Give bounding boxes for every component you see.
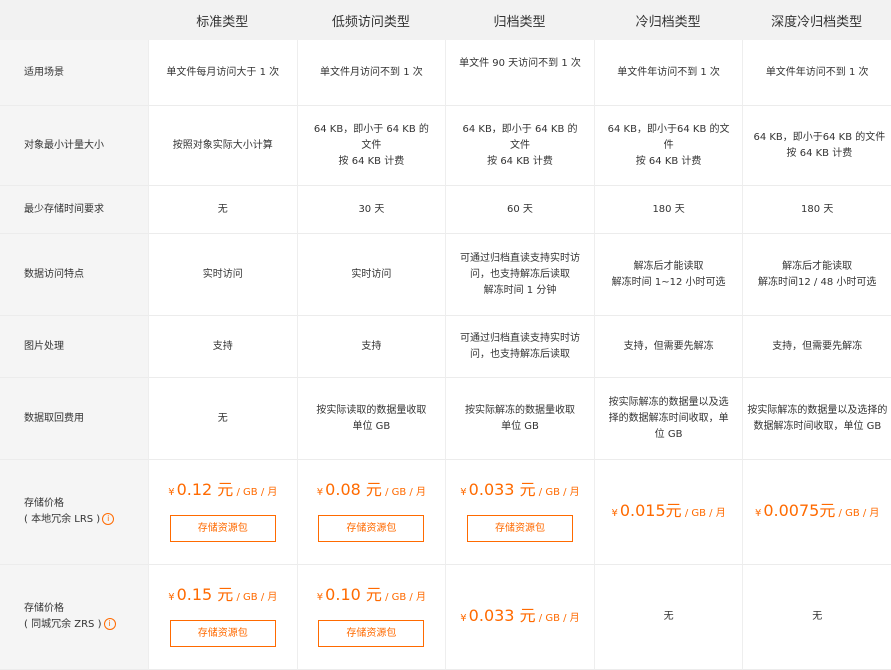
storage-class-comparison-table: 标准类型 低频访问类型 归档类型 冷归档类型 深度冷归档类型 适用场景 单文件每…	[0, 0, 891, 670]
table-cell: 实时访问	[148, 234, 297, 316]
table-cell: 按实际读取的数据量收取 单位 GB	[296, 378, 446, 460]
price-archive-zrs: ¥0.033 元 / GB / 月	[460, 605, 580, 625]
storage-package-button[interactable]: 存储资源包	[318, 515, 425, 542]
row-storage-price-zrs: 存储价格 ( 同城冗余 ZRS ) i ¥0.15 元 / GB / 月 存储资源…	[0, 565, 891, 670]
table-cell: 180 天	[593, 186, 743, 234]
storage-package-button[interactable]: 存储资源包	[466, 515, 573, 542]
price-cell: ¥0.033 元 / GB / 月 存储资源包	[445, 460, 594, 565]
table-cell: 无	[148, 186, 297, 234]
table-cell: 单文件年访问不到 1 次	[593, 40, 743, 106]
table-cell: 180 天	[742, 186, 891, 234]
price-archive-lrs: ¥0.033 元 / GB / 月	[460, 480, 580, 499]
table-cell: 解冻后才能读取 解冻时间12 / 48 小时可选	[742, 234, 891, 316]
table-cell: 支持	[148, 316, 297, 378]
row-use-case: 适用场景 单文件每月访问大于 1 次 单文件月访问不到 1 次 单文件 90 天…	[0, 40, 891, 106]
row-access-characteristics: 数据访问特点 实时访问 实时访问 可通过归档直读支持实时访问，也支持解冻后读取 …	[0, 234, 891, 316]
price-cold-archive-lrs: ¥0.015元 / GB / 月	[611, 500, 726, 520]
table-cell: 64 KB，即小于64 KB 的文件 按 64 KB 计费	[742, 106, 891, 186]
table-cell: 可通过归档直读支持实时访问，也支持解冻后读取	[445, 316, 594, 378]
price-sublabel: ( 同城冗余 ZRS ) i	[24, 617, 148, 633]
price-label: 存储价格	[24, 498, 64, 509]
row-label: 数据访问特点	[0, 234, 148, 316]
header-cold-archive: 冷归档类型	[593, 0, 743, 40]
table-cell: 按照对象实际大小计算	[148, 106, 297, 186]
price-cell: 无	[742, 565, 891, 670]
row-image-processing: 图片处理 支持 支持 可通过归档直读支持实时访问，也支持解冻后读取 支持，但需要…	[0, 316, 891, 378]
table-cell: 单文件每月访问大于 1 次	[148, 40, 297, 106]
price-ia-zrs: ¥0.10 元 / GB / 月	[316, 585, 426, 604]
header-row: 标准类型 低频访问类型 归档类型 冷归档类型 深度冷归档类型	[0, 0, 891, 40]
table-cell: 支持，但需要先解冻	[593, 316, 743, 378]
table-cell: 实时访问	[296, 234, 446, 316]
price-label: 存储价格	[24, 603, 64, 614]
header-archive: 归档类型	[445, 0, 594, 40]
not-available-text: 无	[812, 611, 823, 622]
table-cell: 64 KB，即小于64 KB 的文件 按 64 KB 计费	[593, 106, 743, 186]
row-label: 最少存储时间要求	[0, 186, 148, 234]
table-cell: 按实际解冻的数据量以及选择的数据解冻时间收取，单位 GB	[593, 378, 743, 460]
row-label: 存储价格 ( 本地冗余 LRS ) i	[0, 460, 148, 565]
not-available-text: 无	[663, 611, 674, 622]
header-corner	[0, 0, 148, 40]
table-cell: 按实际解冻的数据量以及选择的数据解冻时间收取，单位 GB	[742, 378, 891, 460]
price-sublabel: ( 本地冗余 LRS ) i	[24, 512, 148, 528]
row-retrieval-fee: 数据取回费用 无 按实际读取的数据量收取 单位 GB 按实际解冻的数据量收取 单…	[0, 378, 891, 460]
table-cell: 支持，但需要先解冻	[742, 316, 891, 378]
price-cell: ¥0.10 元 / GB / 月 存储资源包	[296, 565, 446, 670]
info-icon[interactable]: i	[102, 513, 115, 525]
table-cell: 单文件年访问不到 1 次	[742, 40, 891, 106]
table-cell: 30 天	[296, 186, 446, 234]
price-cell: 无	[593, 565, 743, 670]
row-label: 数据取回费用	[0, 378, 148, 460]
price-deep-cold-archive-lrs: ¥0.0075元 / GB / 月	[754, 500, 880, 520]
storage-package-button[interactable]: 存储资源包	[318, 620, 425, 647]
table-cell: 无	[148, 378, 297, 460]
price-cell: ¥0.0075元 / GB / 月	[742, 460, 891, 565]
table-cell: 单文件月访问不到 1 次	[296, 40, 446, 106]
storage-package-button[interactable]: 存储资源包	[169, 515, 276, 542]
price-ia-lrs: ¥0.08 元 / GB / 月	[316, 480, 426, 499]
row-storage-price-lrs: 存储价格 ( 本地冗余 LRS ) i ¥0.12 元 / GB / 月 存储资源…	[0, 460, 891, 565]
row-label: 对象最小计量大小	[0, 106, 148, 186]
header-standard: 标准类型	[148, 0, 297, 40]
table-cell: 64 KB，即小于 64 KB 的文件 按 64 KB 计费	[445, 106, 594, 186]
price-cell: ¥0.15 元 / GB / 月 存储资源包	[148, 565, 297, 670]
price-cell: ¥0.015元 / GB / 月	[593, 460, 743, 565]
header-infrequent-access: 低频访问类型	[296, 0, 446, 40]
table-cell: 解冻后才能读取 解冻时间 1~12 小时可选	[593, 234, 743, 316]
table-cell: 按实际解冻的数据量收取 单位 GB	[445, 378, 594, 460]
table-cell: 60 天	[445, 186, 594, 234]
table-cell: 单文件 90 天访问不到 1 次	[445, 40, 594, 106]
row-label: 存储价格 ( 同城冗余 ZRS ) i	[0, 565, 148, 670]
row-label: 图片处理	[0, 316, 148, 378]
table-cell: 64 KB，即小于 64 KB 的文件 按 64 KB 计费	[296, 106, 446, 186]
table-cell: 可通过归档直读支持实时访问，也支持解冻后读取 解冻时间 1 分钟	[445, 234, 594, 316]
price-cell: ¥0.12 元 / GB / 月 存储资源包	[148, 460, 297, 565]
row-min-billable-size: 对象最小计量大小 按照对象实际大小计算 64 KB，即小于 64 KB 的文件 …	[0, 106, 891, 186]
header-deep-cold-archive: 深度冷归档类型	[742, 0, 891, 40]
row-min-storage-duration: 最少存储时间要求 无 30 天 60 天 180 天 180 天	[0, 186, 891, 234]
price-standard-zrs: ¥0.15 元 / GB / 月	[168, 585, 278, 604]
storage-package-button[interactable]: 存储资源包	[169, 620, 276, 647]
price-standard-lrs: ¥0.12 元 / GB / 月	[168, 480, 278, 499]
price-cell: ¥0.033 元 / GB / 月	[445, 565, 594, 670]
table-cell: 支持	[296, 316, 446, 378]
row-label: 适用场景	[0, 40, 148, 106]
info-icon[interactable]: i	[103, 618, 116, 630]
price-cell: ¥0.08 元 / GB / 月 存储资源包	[296, 460, 446, 565]
